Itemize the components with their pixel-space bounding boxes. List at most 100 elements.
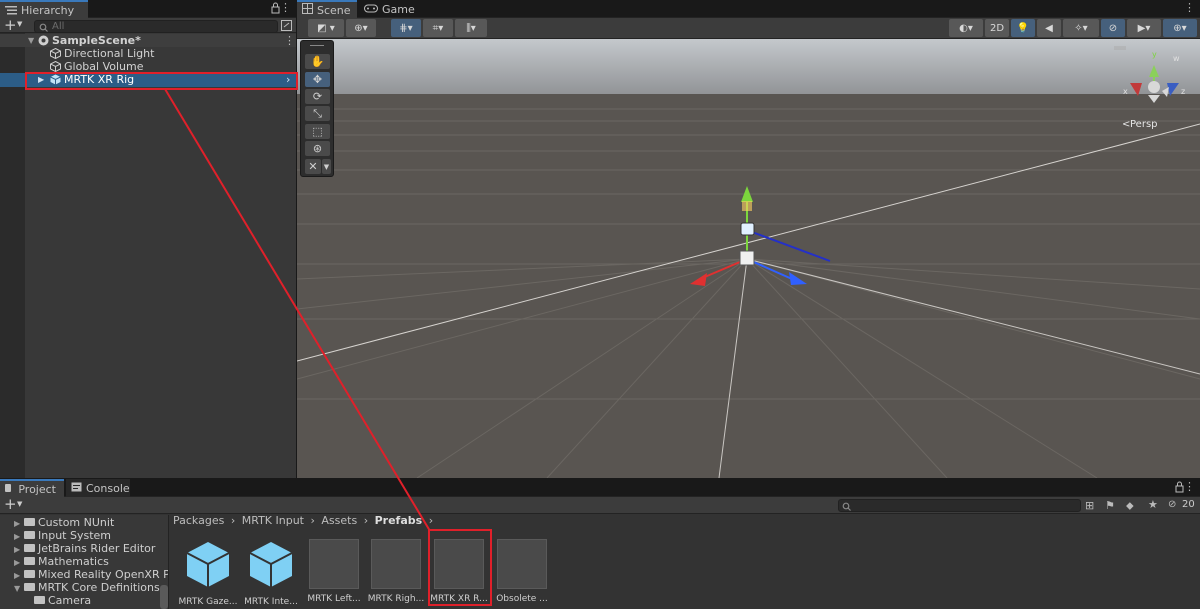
folder-label: JetBrains Rider Editor (38, 542, 156, 555)
tab-scene[interactable]: Scene (297, 0, 357, 18)
overlay-drag-handle[interactable] (310, 45, 324, 46)
axis-label-w: w (1173, 54, 1180, 63)
hand-tool[interactable]: ✋ (305, 54, 330, 69)
expand-arrow[interactable]: ▶ (38, 73, 48, 86)
ruler-button[interactable]: ⫼▾ (455, 19, 487, 37)
lock-icon[interactable] (271, 2, 280, 17)
grid-snap-button[interactable]: ⋕▾ (391, 19, 421, 37)
project-folder-tree: ▶ Custom NUnit ▶ Input System ▶ JetBrains R… (0, 515, 168, 609)
folder-row[interactable]: ▶ Mathematics (14, 555, 109, 568)
move-tool[interactable]: ✥ (305, 72, 330, 87)
hierarchy-item-mrtk-xr-rig[interactable]: ▶ MRTK XR Rig › (0, 73, 296, 87)
folder-row[interactable]: ▶ Mixed Reality OpenXR Plu (14, 568, 168, 581)
breadcrumb: Packages › MRTK Input › Assets › Prefabs… (173, 513, 436, 529)
hierarchy-search-input[interactable]: All (34, 20, 278, 33)
scene-more-icon[interactable]: ⋮ (284, 34, 295, 47)
hidden-objects-toggle[interactable]: ⊘ (1101, 19, 1125, 37)
snap-increment-button[interactable]: ⌗▾ (423, 19, 453, 37)
chevron-down-icon[interactable]: ▼ (17, 500, 22, 508)
scene-view-canvas[interactable]: y x z w Persp < (297, 39, 1200, 478)
tab-label: Project (18, 482, 56, 496)
tag-icon[interactable]: ⬥ (1126, 499, 1134, 513)
custom-tool-dropdown[interactable]: ▼ (322, 159, 331, 174)
project-tabbar: Project Console ⋮ (0, 479, 1200, 497)
create-button[interactable]: + (4, 16, 17, 34)
skybox (297, 39, 1200, 99)
axis-label-x: x (1123, 87, 1128, 96)
scene-row[interactable]: ▼ SampleScene* ⋮ (0, 34, 296, 47)
folder-row[interactable]: ▶ JetBrains Rider Editor (14, 542, 155, 555)
custom-tool[interactable]: ✕ (305, 159, 321, 174)
render-mode-button[interactable]: ◐▾ (949, 19, 983, 37)
scene-panel: Scene Game ⋮ ◩ ▾ ⊕▾ ⋕▾ ⌗▾ ⫼▾ ◐▾ 2D 💡 ◀ ✧… (297, 0, 1200, 478)
breadcrumb-item[interactable]: Prefabs (375, 514, 423, 527)
scale-tool[interactable]: ⤡ (305, 106, 330, 121)
breadcrumb-item[interactable]: Packages (173, 514, 224, 527)
asset-tile[interactable]: MRTK Righ... (368, 539, 429, 604)
lock-icon[interactable] (1175, 481, 1184, 496)
eye-slash-icon: ⊘ (1108, 22, 1118, 34)
rotate-tool[interactable]: ⟳ (305, 89, 330, 104)
tab-game[interactable]: Game (359, 0, 419, 18)
asset-tile[interactable]: MRTK Gaze... (179, 539, 241, 607)
scene-viewport[interactable]: y x z w Persp < (297, 39, 1200, 478)
breadcrumb-item[interactable]: Assets (321, 514, 357, 527)
move-arrows-icon: ✥ (312, 73, 323, 86)
folder-icon (24, 583, 35, 591)
project-search-input[interactable] (838, 499, 1081, 512)
global-button[interactable]: ⊕▾ (346, 19, 376, 37)
search-by-label-icon[interactable]: ⚑ (1105, 499, 1115, 512)
hierarchy-item-label: Global Volume (64, 60, 144, 73)
folder-row[interactable]: ▶ Custom NUnit (14, 516, 114, 529)
more-icon[interactable]: ⋮ (280, 2, 291, 14)
breadcrumb-item[interactable]: MRTK Input (242, 514, 304, 527)
prefab-cube-icon (249, 542, 293, 587)
search-by-type-icon[interactable]: ⊞ (1085, 499, 1094, 512)
expand-arrow[interactable]: ▼ (28, 34, 38, 47)
asset-label: MRTK Inte... (244, 597, 298, 607)
asset-label: MRTK Righ... (367, 594, 425, 604)
camera-button[interactable]: ▶▾ (1127, 19, 1161, 37)
folder-icon (24, 518, 35, 526)
globe-icon: ⊕▾ (354, 22, 368, 34)
chevron-down-icon[interactable]: ▼ (17, 20, 22, 28)
2d-label: 2D (989, 22, 1005, 34)
hierarchy-item-global-volume[interactable]: Global Volume (0, 60, 296, 73)
more-icon[interactable]: ⋮ (1184, 2, 1195, 14)
tree-scrollbar[interactable] (160, 585, 168, 609)
rect-tool[interactable]: ⬚ (305, 124, 330, 139)
asset-tile-mrtk-xr-rig[interactable]: MRTK XR R... (430, 539, 492, 604)
scene-name: SampleScene* (52, 34, 141, 47)
create-asset-button[interactable]: + (4, 495, 17, 513)
expand-arrow[interactable]: ▼ (14, 582, 24, 595)
hierarchy-item-label: Directional Light (64, 47, 155, 60)
hierarchy-item-directional-light[interactable]: Directional Light (0, 47, 296, 60)
lighting-toggle[interactable]: 💡 (1011, 19, 1035, 37)
scene-grid-icon (302, 3, 313, 17)
gamepad-icon (364, 3, 378, 16)
splitter[interactable] (168, 515, 169, 609)
chevron-right-icon[interactable]: › (286, 73, 290, 86)
transform-tool[interactable]: ⊛ (305, 141, 330, 156)
asset-tile[interactable]: MRTK Left... (307, 539, 367, 604)
asset-tile[interactable]: MRTK Inte... (244, 539, 304, 607)
more-icon[interactable]: ⋮ (1184, 481, 1195, 493)
tab-console[interactable]: Console (66, 479, 130, 497)
tab-label: Scene (317, 3, 351, 17)
light-bulb-icon: 💡 (1016, 22, 1030, 34)
folder-row[interactable]: ▼ MRTK Core Definitions (14, 581, 160, 594)
gizmos-button[interactable]: ⊕▾ (1163, 19, 1197, 37)
folder-row[interactable]: ▶ Input System (14, 529, 111, 542)
hidden-packages-icon[interactable]: ⊘ (1168, 499, 1176, 510)
asset-label: MRTK Left... (307, 594, 361, 604)
asset-label: MRTK Gaze... (178, 597, 238, 607)
folder-row[interactable]: Camera (24, 594, 91, 607)
asset-tile[interactable]: Obsolete ... (496, 539, 555, 604)
2d-toggle[interactable]: 2D (985, 19, 1009, 37)
persp-label[interactable]: Persp (1130, 119, 1158, 130)
audio-toggle[interactable]: ◀ (1037, 19, 1061, 37)
effects-button[interactable]: ✧▾ (1063, 19, 1099, 37)
draw-mode-button[interactable]: ◩ ▾ (308, 19, 344, 37)
star-icon[interactable]: ★ (1148, 498, 1158, 511)
filter-scene-icon[interactable] (281, 20, 292, 34)
